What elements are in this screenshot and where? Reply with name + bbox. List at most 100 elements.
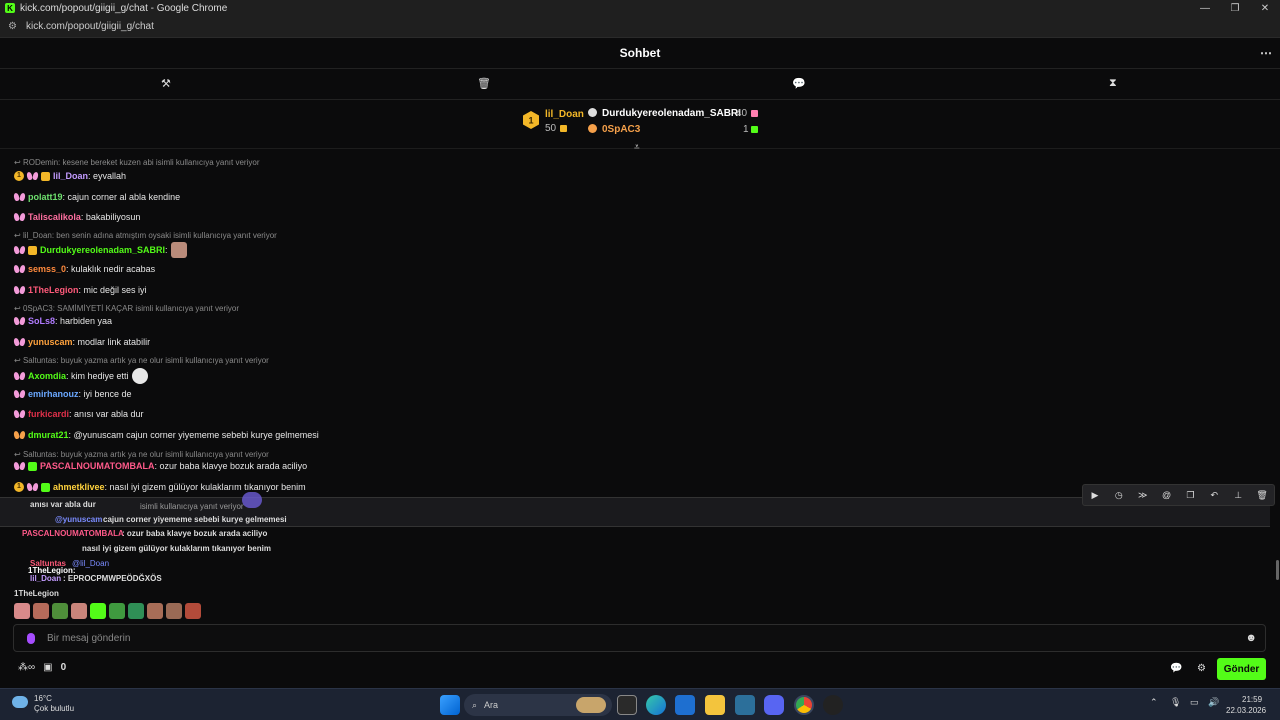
message-username[interactable]: 1TheLegion [28,285,79,295]
chat-title: Sohbet [619,46,661,60]
trash-icon[interactable]: 🗑 [477,77,491,90]
community-icon[interactable]: ⁂∞ [18,662,35,673]
emote-icon[interactable] [147,603,163,619]
site-info-icon[interactable]: ⚙ [8,21,22,32]
message-input[interactable] [47,632,1197,644]
scrollbar[interactable] [1276,560,1279,580]
emote-icon[interactable] [128,603,144,619]
play-icon[interactable]: ▶ [1085,490,1105,501]
message-username[interactable]: semss_0 [28,264,66,274]
reply-context[interactable]: ↩ lil_Doan: ben senin adına atmıştım oys… [14,231,277,240]
chat-bubble-icon[interactable]: 💬 [1170,663,1182,674]
ghost-text: cajun corner yiyememe sebebi kurye gelme… [103,515,287,524]
copy-icon[interactable]: ❐ [1180,490,1200,501]
leader-3-value: 1 [743,124,749,135]
app-icon[interactable] [823,695,843,715]
message-actions-toolbar: ▶ ◷ ≫ @ ❐ ↶ ⊥ 🗑 [1082,484,1275,506]
chat-message: 1 ahmetklivee : nasıl iyi gizem gülüyor … [14,482,306,492]
message-username[interactable]: lil_Doan [53,171,88,181]
message-username[interactable]: Axomdia [28,371,66,381]
message-text: : cajun corner al abla kendine [62,192,181,202]
leader-2-name[interactable]: Durdukyereolenadam_SABRI [602,108,741,119]
more-options-icon[interactable]: ⋯ [1260,46,1272,60]
message-username[interactable]: Taliscalikola [28,212,81,222]
hourglass-icon[interactable]: ⧗ [1109,77,1117,90]
leader-1-name[interactable]: lil_Doan [545,109,584,120]
volume-icon[interactable]: 🔊 [1208,697,1219,708]
message-username[interactable]: polatt19 [28,192,63,202]
file-explorer-icon[interactable] [705,695,725,715]
hammer-icon[interactable]: ⚒ [161,77,171,90]
butterfly-badge-icon [14,337,25,347]
url-text[interactable]: kick.com/popout/giigii_g/chat [26,21,154,32]
gift-icon [560,125,567,132]
weather-widget[interactable]: 16°C Çok bulutlu [12,694,74,714]
rank-2-badge-icon [588,108,597,117]
settings-app-icon[interactable] [735,695,755,715]
address-bar[interactable]: ⚙ kick.com/popout/giigii_g/chat [0,16,1280,38]
chrome-icon[interactable] [794,695,814,715]
reply-context[interactable]: ↩ Saltuntas: buyuk yazma artık ya ne olu… [14,450,269,459]
message-username[interactable]: PASCALNOUMATOMBALA [40,461,155,471]
minimize-button[interactable]: — [1190,0,1220,16]
message-username[interactable]: emirhanouz [28,389,79,399]
butterfly-badge-icon [14,192,25,202]
message-username[interactable]: furkicardi [28,409,69,419]
store-app-icon[interactable] [675,695,695,715]
message-text: : modlar link atabilir [72,337,151,347]
message-username[interactable]: SoLs8 [28,316,55,326]
network-icon[interactable]: ▭ [1190,697,1199,708]
leader-1-value: 50 [545,123,557,134]
edge-icon[interactable] [646,695,666,715]
reply-icon[interactable]: ↶ [1204,490,1224,501]
sub-badge-icon [28,461,37,471]
chat-message: 1TheLegion : mic değil ses iyi [14,285,147,295]
chat-message: yunuscam : modlar link atabilir [14,337,150,347]
system-clock[interactable]: 21:59 22.03.2026 [1226,694,1266,716]
emote-icon[interactable] [33,603,49,619]
microphone-icon[interactable] [27,632,35,644]
butterfly-badge-icon [14,245,25,255]
message-username[interactable]: dmurat21 [28,430,69,440]
emote-icon [170,242,187,258]
emoji-picker-icon[interactable]: ☻ [1245,632,1257,644]
emote-icon[interactable] [90,603,106,619]
restore-button[interactable]: ❐ [1220,0,1250,16]
microphone-tray-icon[interactable]: 🎙 [1170,697,1181,708]
emote-icon[interactable] [14,603,30,619]
reply-context[interactable]: ↩ Saltuntas: buyuk yazma artık ya ne olu… [14,356,269,365]
message-username[interactable]: ahmetklivee [53,482,105,492]
reply-context[interactable]: ↩ RODemin: kesene bereket kuzen abi isim… [14,158,259,167]
mention-icon[interactable]: @ [1157,490,1177,500]
windows-start-icon[interactable] [440,695,460,715]
emote-icon[interactable] [185,603,201,619]
settings-icon[interactable]: ⚙ [1197,663,1206,674]
search-icon: ⌕ [472,699,478,710]
ghost-text: isimli kullanıcıya yanıt veriyor [140,502,244,511]
ghost-text: 1TheLegion [14,589,59,598]
reply-context[interactable]: ↩ 0SpAC3: SAMİMİYETİ KAÇAR isimli kullan… [14,304,239,313]
clock-icon[interactable]: ◷ [1109,490,1129,501]
emote-icon[interactable] [52,603,68,619]
message-username[interactable]: yunuscam [28,337,73,347]
butterfly-badge-icon [14,264,25,274]
slow-mode-icon[interactable]: ≫ [1133,490,1153,501]
emote-icon[interactable] [71,603,87,619]
chat-bubble-icon[interactable]: 💬 [792,77,806,90]
windows-taskbar: 16°C Çok bulutlu ⌕ Ara ⌃ 🎙 ▭ 🔊 21:59 22.… [0,688,1280,720]
message-text: : nasıl iyi gizem gülüyor kulaklarım tık… [104,482,306,492]
chevron-up-icon[interactable]: ⌃ [1150,697,1158,708]
emote-icon[interactable] [166,603,182,619]
message-username[interactable]: Durdukyereolenadam_SABRI [40,245,165,255]
emote-icon[interactable] [109,603,125,619]
close-window-button[interactable]: ✕ [1250,0,1280,16]
delete-icon[interactable]: 🗑 [1252,490,1272,501]
discord-icon[interactable] [764,695,784,715]
send-button[interactable]: Gönder [1217,658,1266,680]
task-view-icon[interactable] [617,695,637,715]
leader-3-name[interactable]: 0SpAC3 [602,124,640,135]
pin-icon[interactable]: ⊥ [1228,490,1248,501]
store-icon[interactable]: ▣ [43,662,52,673]
message-text: : bakabiliyosun [80,212,141,222]
taskbar-search[interactable]: ⌕ Ara [464,694,612,716]
